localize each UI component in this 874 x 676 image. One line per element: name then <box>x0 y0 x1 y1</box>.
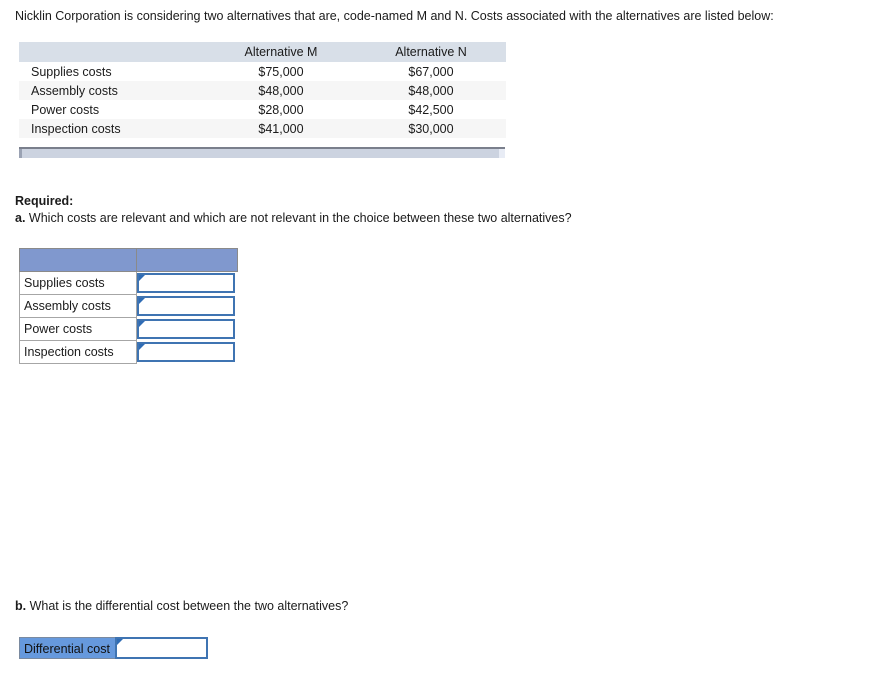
answer-input-cell-power-costs[interactable] <box>136 317 238 341</box>
question-b: b. What is the differential cost between… <box>15 598 348 615</box>
question-a: a. Which costs are relevant and which ar… <box>15 210 572 227</box>
cell-supplies-costs-m: $75,000 <box>206 62 356 81</box>
required-heading: Required: <box>15 194 74 208</box>
answer-header-col2 <box>136 248 238 272</box>
cell-assembly-costs-n: $48,000 <box>356 81 506 100</box>
cell-supplies-costs-n: $67,000 <box>356 62 506 81</box>
answer-input-power-costs[interactable] <box>137 319 235 339</box>
answer-input-supplies-costs[interactable] <box>137 273 235 294</box>
column-header-blank <box>19 42 206 62</box>
answer-input-assembly-costs[interactable] <box>137 296 235 316</box>
column-header-alternative-n: Alternative N <box>356 42 506 62</box>
scrollbar-track-end[interactable] <box>499 149 505 158</box>
cell-inspection-costs-m: $41,000 <box>206 119 356 138</box>
table-header-row: Alternative M Alternative N <box>19 42 506 62</box>
answer-table-row: Supplies costs <box>19 271 238 295</box>
differential-cost-label: Differential cost <box>19 637 115 659</box>
relevance-answer-table-body: Supplies costs Assembly costs Power cost… <box>19 248 238 364</box>
cost-data-table: Alternative M Alternative N Supplies cos… <box>19 42 506 138</box>
dropdown-corner-icon <box>139 275 145 282</box>
row-label-power-costs: Power costs <box>19 100 206 119</box>
column-header-alternative-m: Alternative M <box>206 42 356 62</box>
row-label-supplies-costs: Supplies costs <box>19 62 206 81</box>
cell-inspection-costs-n: $30,000 <box>356 119 506 138</box>
cost-data-table-body: Supplies costs $75,000 $67,000 Assembly … <box>19 62 506 138</box>
question-b-text: What is the differential cost between th… <box>26 599 349 613</box>
cell-power-costs-n: $42,500 <box>356 100 506 119</box>
required-section: Required: a. Which costs are relevant an… <box>15 193 572 227</box>
relevance-answer-table: Supplies costs Assembly costs Power cost… <box>19 248 238 364</box>
differential-cost-input[interactable] <box>114 637 208 659</box>
dropdown-corner-icon <box>139 298 145 304</box>
answer-row-label-inspection-costs: Inspection costs <box>19 340 137 364</box>
dropdown-corner-icon <box>139 321 145 327</box>
answer-header-col1 <box>19 248 137 272</box>
question-a-text: Which costs are relevant and which are n… <box>25 211 572 225</box>
dropdown-corner-icon <box>139 344 145 350</box>
answer-table-row: Assembly costs <box>19 294 238 318</box>
cell-assembly-costs-m: $48,000 <box>206 81 356 100</box>
question-b-letter: b. <box>15 599 27 613</box>
cost-data-table-head: Alternative M Alternative N <box>19 42 506 62</box>
cost-data-table-container: Alternative M Alternative N Supplies cos… <box>19 42 506 138</box>
answer-table-row: Power costs <box>19 317 238 341</box>
question-b-section: b. What is the differential cost between… <box>15 598 348 615</box>
answer-input-cell-supplies-costs[interactable] <box>136 271 238 295</box>
horizontal-scrollbar[interactable] <box>19 147 505 158</box>
table-row: Inspection costs $41,000 $30,000 <box>19 119 506 138</box>
problem-statement: Nicklin Corporation is considering two a… <box>15 9 774 23</box>
differential-cost-row: Differential cost <box>19 637 208 659</box>
answer-input-cell-assembly-costs[interactable] <box>136 294 238 318</box>
answer-input-cell-inspection-costs[interactable] <box>136 340 238 364</box>
answer-table-row: Inspection costs <box>19 340 238 364</box>
table-row: Assembly costs $48,000 $48,000 <box>19 81 506 100</box>
row-label-assembly-costs: Assembly costs <box>19 81 206 100</box>
answer-row-label-supplies-costs: Supplies costs <box>19 271 137 295</box>
cell-power-costs-m: $28,000 <box>206 100 356 119</box>
table-row: Power costs $28,000 $42,500 <box>19 100 506 119</box>
answer-row-label-assembly-costs: Assembly costs <box>19 294 137 318</box>
dropdown-corner-icon <box>116 639 123 645</box>
scrollbar-thumb[interactable] <box>19 149 22 158</box>
answer-input-inspection-costs[interactable] <box>137 342 235 362</box>
row-label-inspection-costs: Inspection costs <box>19 119 206 138</box>
answer-row-label-power-costs: Power costs <box>19 317 137 341</box>
answer-table-header-row <box>19 248 238 272</box>
question-a-letter: a. <box>15 211 26 225</box>
table-row: Supplies costs $75,000 $67,000 <box>19 62 506 81</box>
